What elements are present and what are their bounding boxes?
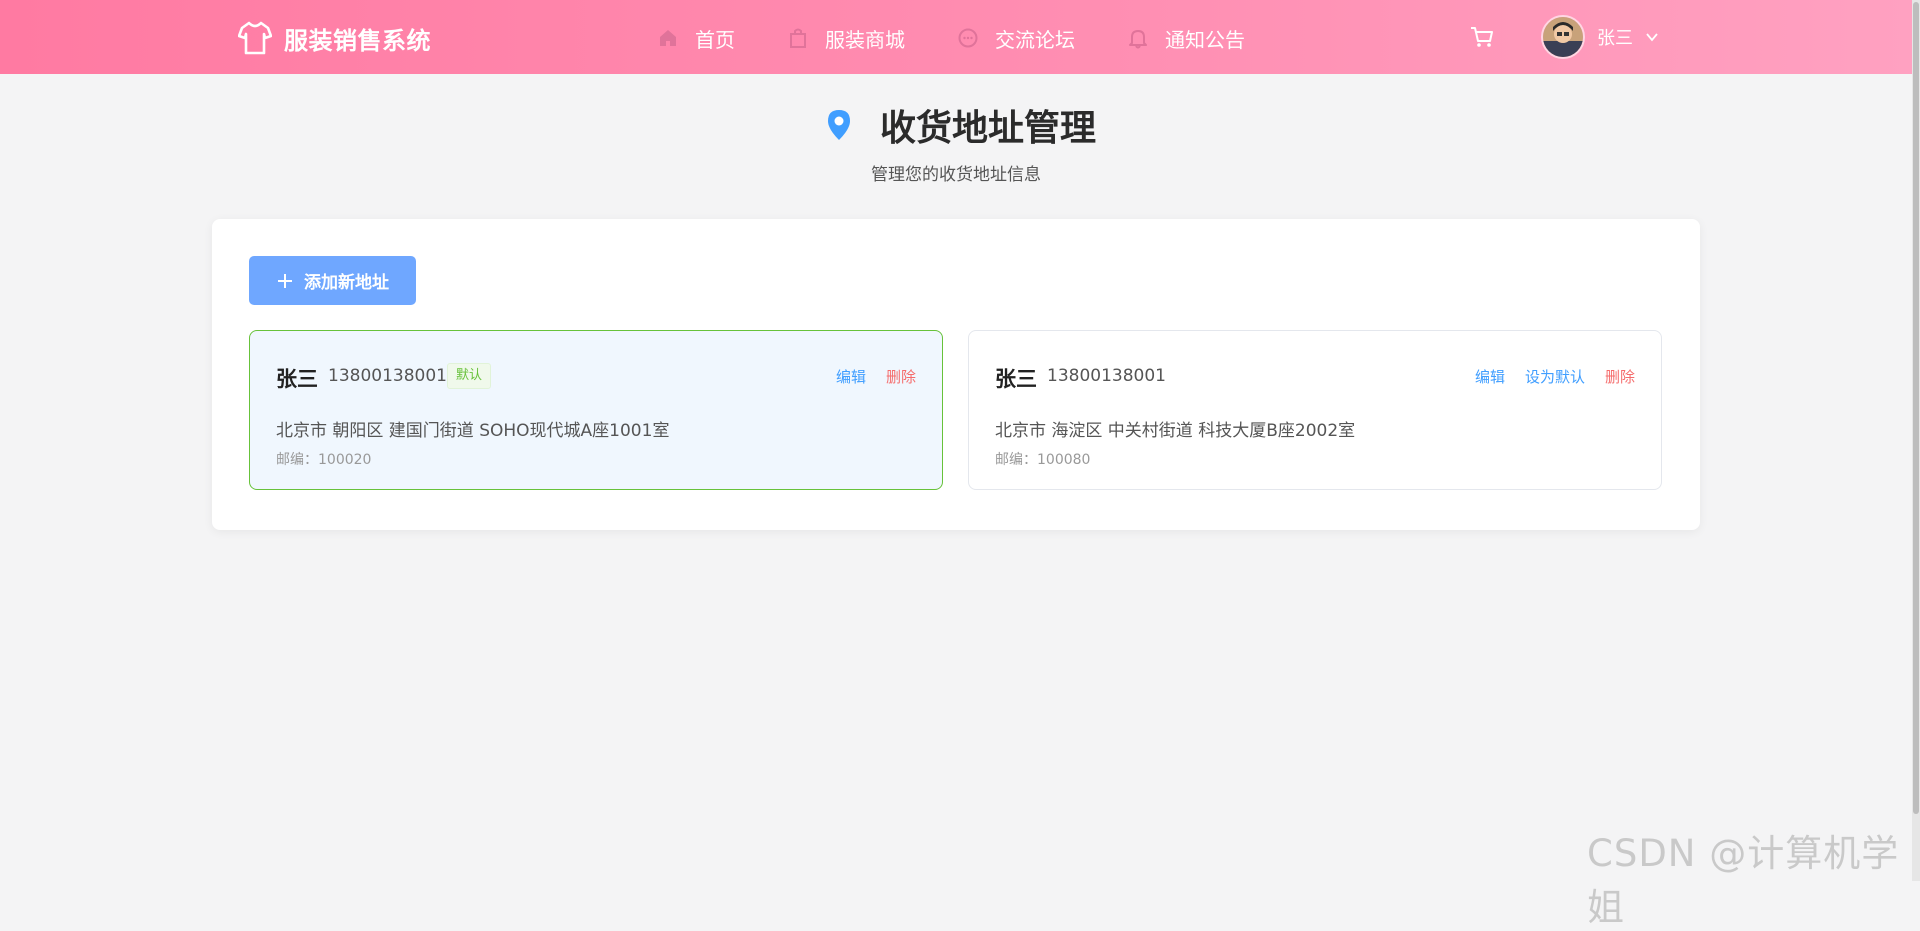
recipient-phone: 13800138001 — [328, 366, 447, 386]
chevron-down-icon — [1646, 33, 1658, 42]
card-actions: 编辑 设为默认 删除 — [1455, 366, 1635, 387]
add-address-label: 添加新地址 — [304, 273, 389, 293]
page-subtitle: 管理您的收货地址信息 — [871, 165, 1041, 185]
address-text: 北京市 海淀区 中关村街道 科技大厦B座2002室 — [995, 421, 1356, 441]
scrollbar-thumb[interactable] — [1913, 2, 1919, 814]
nav-item-home[interactable]: 首页 — [657, 22, 735, 54]
home-icon — [660, 30, 676, 46]
address-card-default: 张三 13800138001 默认 编辑 删除 北京市 朝阳区 建国门街道 SO… — [249, 330, 943, 490]
user-menu[interactable]: 张三 — [1541, 15, 1659, 59]
user-name: 张三 — [1597, 28, 1633, 49]
page-title: 收货地址管理 — [824, 102, 1097, 149]
watermark: CSDN @计算机学姐 — [1587, 832, 1900, 929]
nav-item-label: 服装商城 — [825, 27, 905, 52]
plus-icon — [278, 273, 292, 288]
shopping-bag-icon — [790, 28, 806, 48]
nav-item-label: 交流论坛 — [995, 27, 1075, 52]
delete-button[interactable]: 删除 — [886, 366, 916, 387]
zip-code: 邮编：100080 — [995, 452, 1091, 468]
add-address-button[interactable]: 添加新地址 — [249, 256, 416, 305]
address-text: 北京市 朝阳区 建国门街道 SOHO现代城A座1001室 — [276, 421, 670, 441]
top-nav-bar: 服装销售系统 首页 服装商城 交流论坛 通知公告 张三 — [0, 0, 1912, 74]
brand-name: 服装销售系统 — [284, 26, 431, 55]
zip-code: 邮编：100020 — [276, 452, 372, 468]
page-title-text: 收货地址管理 — [880, 108, 1097, 149]
nav-item-label: 通知公告 — [1165, 27, 1245, 52]
avatar[interactable] — [1541, 15, 1585, 59]
address-panel: 添加新地址 张三 13800138001 默认 编辑 删除 北京市 朝阳区 建国… — [212, 219, 1700, 530]
nav-item-shop[interactable]: 服装商城 — [787, 22, 905, 54]
recipient-name: 张三 — [276, 367, 318, 391]
nav-item-label: 首页 — [695, 27, 735, 52]
edit-button[interactable]: 编辑 — [836, 366, 866, 387]
chat-bubble-icon — [958, 28, 978, 48]
address-card: 张三 13800138001 编辑 设为默认 删除 北京市 海淀区 中关村街道 … — [968, 330, 1662, 490]
avatar-image — [1543, 17, 1583, 57]
cart-icon[interactable] — [1469, 24, 1495, 50]
bell-icon — [1129, 30, 1147, 49]
default-badge: 默认 — [447, 363, 492, 389]
recipient-name: 张三 — [995, 367, 1037, 391]
nav-item-notice[interactable]: 通知公告 — [1127, 22, 1245, 54]
brand[interactable]: 服装销售系统 — [238, 18, 431, 58]
location-pin-icon — [828, 110, 850, 140]
tshirt-icon — [238, 21, 272, 55]
edit-button[interactable]: 编辑 — [1475, 366, 1505, 387]
set-default-button[interactable]: 设为默认 — [1525, 366, 1585, 387]
recipient-phone: 13800138001 — [1047, 366, 1166, 386]
delete-button[interactable]: 删除 — [1605, 366, 1635, 387]
card-actions: 编辑 删除 — [816, 366, 916, 387]
nav-item-forum[interactable]: 交流论坛 — [957, 22, 1075, 54]
